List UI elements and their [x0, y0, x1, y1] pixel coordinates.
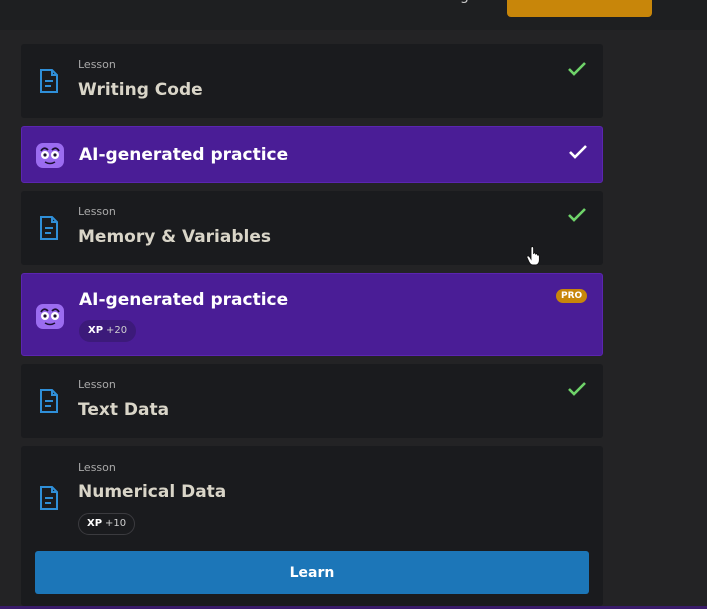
hand-cursor-icon [526, 246, 540, 266]
robot-face-icon [36, 304, 64, 329]
learn-button[interactable]: Learn [35, 551, 589, 594]
xp-label: XP [87, 518, 103, 529]
ai-practice-card-pro[interactable]: AI-generated practice PRO XP +20 [21, 273, 603, 356]
document-icon [40, 69, 58, 93]
checkmark-icon [568, 62, 586, 76]
xp-label: XP [88, 325, 104, 336]
top-bar: g [0, 0, 707, 30]
lesson-card-writing-code[interactable]: Lesson Writing Code [21, 44, 603, 118]
document-icon [40, 389, 58, 413]
ai-practice-title: AI-generated practice [79, 290, 289, 310]
lesson-eyebrow: Lesson [78, 461, 116, 474]
lesson-eyebrow: Lesson [78, 378, 116, 391]
ai-practice-title: AI-generated practice [79, 145, 289, 165]
checkmark-icon [568, 208, 586, 222]
lesson-title: Memory & Variables [78, 227, 271, 247]
lesson-title: Text Data [78, 400, 170, 420]
ai-practice-card-1[interactable]: AI-generated practice [21, 126, 603, 183]
lesson-card-memory-variables[interactable]: Lesson Memory & Variables [21, 191, 603, 265]
xp-pill: XP +20 [79, 320, 137, 342]
checkmark-icon [568, 382, 586, 396]
lesson-title: Numerical Data [78, 482, 227, 502]
top-primary-button[interactable] [507, 0, 652, 17]
lesson-title: Writing Code [78, 80, 203, 100]
robot-face-icon [36, 143, 64, 168]
document-icon [40, 216, 58, 240]
lesson-eyebrow: Lesson [78, 205, 116, 218]
lesson-card-text-data[interactable]: Lesson Text Data [21, 364, 603, 438]
lesson-eyebrow: Lesson [78, 58, 116, 71]
checkmark-icon [569, 145, 587, 159]
xp-value: +20 [106, 325, 128, 336]
document-icon [40, 486, 58, 510]
xp-value: +10 [105, 518, 127, 529]
lesson-card-numerical-data[interactable]: Lesson Numerical Data XP +10 Learn [21, 446, 603, 606]
xp-pill: XP +10 [78, 513, 136, 535]
top-partial-text: g [460, 0, 469, 4]
pro-badge: PRO [556, 289, 588, 303]
